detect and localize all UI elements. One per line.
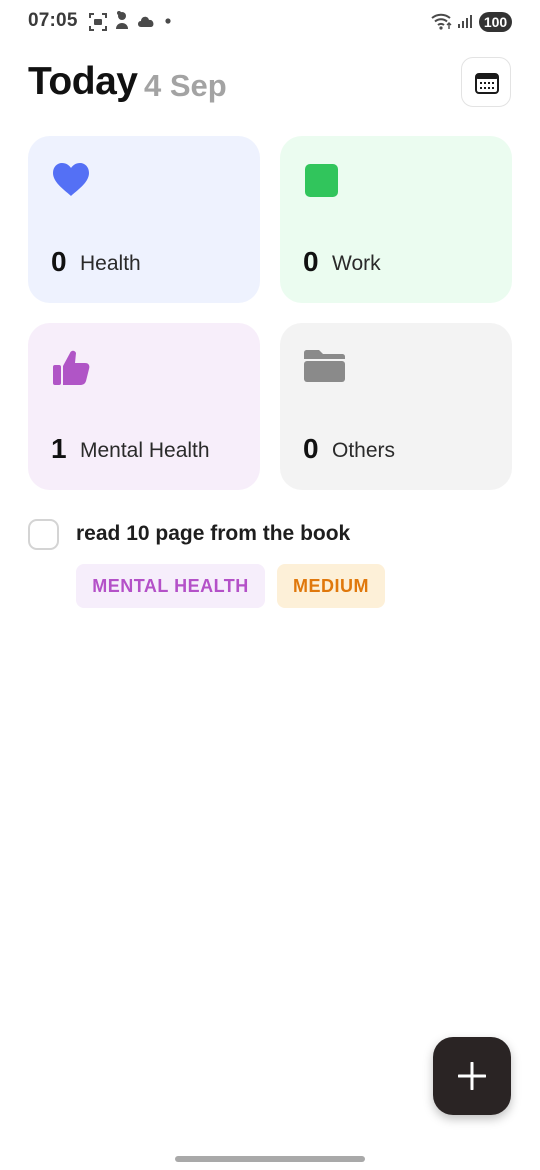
notification-icon	[116, 11, 128, 29]
screenshot-icon	[89, 13, 107, 31]
category-label: Work	[332, 252, 381, 275]
category-count: 0	[303, 433, 319, 464]
calendar-button[interactable]	[461, 57, 511, 107]
plus-icon	[458, 1062, 486, 1090]
cloud-icon	[138, 16, 154, 27]
wifi-icon	[431, 13, 452, 30]
status-time: 07:05	[28, 10, 78, 31]
page-title: Today	[28, 60, 138, 103]
thumbs-up-icon	[53, 350, 90, 385]
task-category-tag: MENTAL HEALTH	[76, 564, 265, 608]
category-label: Mental Health	[80, 439, 210, 462]
folder-icon	[304, 350, 345, 382]
task-title[interactable]: read 10 page from the book	[76, 522, 350, 546]
category-card-others[interactable]: 0 Others	[280, 323, 512, 490]
page-date: 4 Sep	[144, 68, 227, 103]
task-priority-tag: MEDIUM	[277, 564, 385, 608]
add-task-button[interactable]	[433, 1037, 511, 1115]
category-card-health[interactable]: 0 Health	[28, 136, 260, 303]
signal-icon	[458, 15, 472, 28]
dot-icon	[165, 18, 171, 24]
category-count: 0	[51, 246, 67, 277]
category-label: Others	[332, 439, 396, 462]
heart-icon	[53, 163, 89, 196]
status-bar: 07:05 100	[0, 0, 540, 44]
category-card-work[interactable]: 0 Work	[280, 136, 512, 303]
calendar-icon	[475, 73, 499, 94]
category-count: 1	[51, 433, 67, 464]
battery-indicator: 100	[479, 12, 512, 32]
task-checkbox[interactable]	[28, 519, 59, 550]
square-icon	[305, 164, 338, 197]
category-card-mental-health[interactable]: 1 Mental Health	[28, 323, 260, 490]
home-indicator[interactable]	[175, 1156, 365, 1162]
category-label: Health	[80, 252, 141, 275]
category-count: 0	[303, 246, 319, 277]
